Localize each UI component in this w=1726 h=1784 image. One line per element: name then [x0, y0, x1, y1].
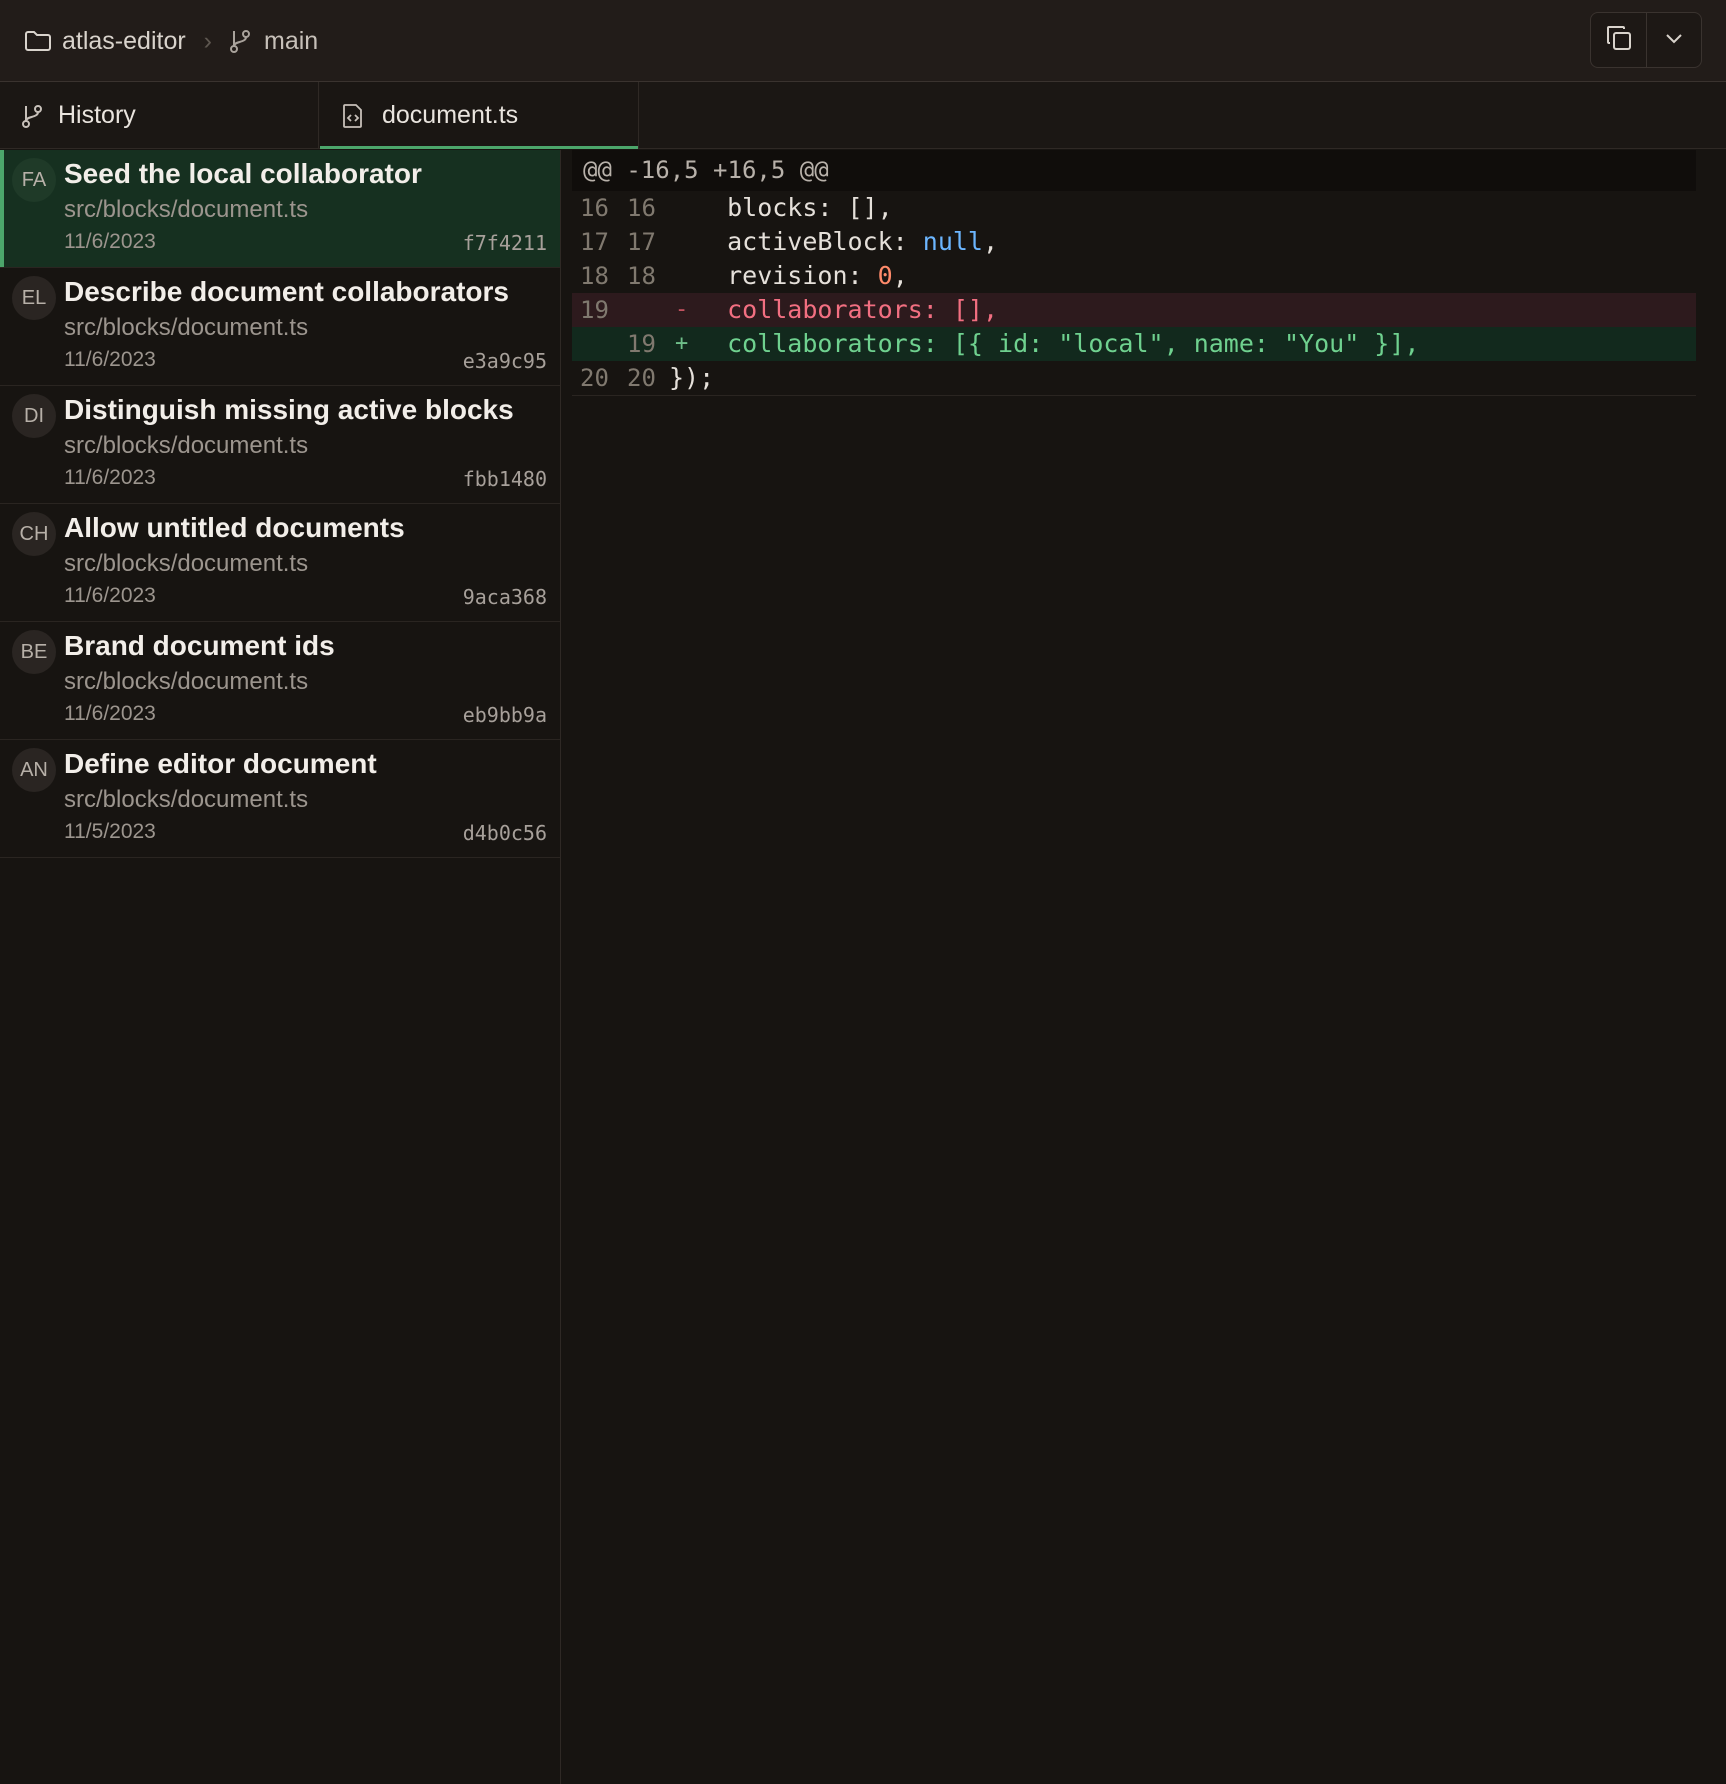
commit-hash: e3a9c95 [462, 349, 547, 373]
commit-title: Brand document ids [64, 630, 335, 661]
code-file-icon [342, 103, 382, 129]
author-avatar: BE [12, 630, 56, 674]
diff-line-added[interactable]: 19 + collaborators: [{ id: "local", name… [572, 327, 1696, 361]
code-text: }); [669, 363, 715, 392]
commit-item[interactable]: BE Brand document ids src/blocks/documen… [0, 622, 560, 740]
commit-item[interactable]: DI Distinguish missing active blocks src… [0, 386, 560, 504]
commit-file-path: src/blocks/document.ts [64, 550, 309, 577]
commit-item[interactable]: FA Seed the local collaborator src/block… [0, 150, 560, 268]
diff-line[interactable]: 16 16 blocks: [], [572, 191, 1696, 225]
diff-line[interactable]: 17 17 activeBlock: null, [572, 225, 1696, 259]
commit-date: 11/6/2023 [64, 702, 156, 725]
old-line-number: 17 [580, 228, 609, 256]
active-tab-indicator [320, 146, 638, 149]
folder-icon [24, 29, 52, 53]
deletion-marker: - [675, 297, 689, 322]
commit-date: 11/6/2023 [64, 348, 156, 371]
tab-label: document.ts [382, 101, 519, 129]
commit-date: 11/6/2023 [64, 230, 156, 253]
code-text: blocks: [], [697, 191, 893, 225]
new-line-number: 20 [627, 364, 656, 392]
commit-title: Define editor document [64, 748, 377, 779]
branch-name[interactable]: main [264, 27, 318, 56]
diff-line[interactable]: 18 18 revision: 0, [572, 259, 1696, 293]
code-punct: , [982, 227, 999, 256]
commit-hash: 9aca368 [462, 585, 547, 609]
commit-file-path: src/blocks/document.ts [64, 786, 309, 813]
diff-line-deleted[interactable]: 19 - collaborators: [], [572, 293, 1696, 327]
commit-history-list: FA Seed the local collaborator src/block… [0, 150, 561, 1784]
old-line-number: 20 [580, 364, 609, 392]
breadcrumb: atlas-editor › main [24, 0, 318, 82]
new-line-number: 17 [627, 228, 656, 256]
more-menu-button[interactable] [1646, 13, 1701, 67]
old-line-number: 16 [580, 194, 609, 222]
commit-title: Describe document collaborators [64, 276, 510, 307]
author-avatar: EL [12, 276, 56, 320]
commit-title: Allow untitled documents [64, 512, 405, 543]
code-key: revision: [697, 261, 863, 290]
tab-bar: History document.ts [0, 82, 1726, 149]
author-avatar: FA [12, 158, 56, 202]
new-line-number: 18 [627, 262, 656, 290]
old-line-number: 19 [580, 296, 609, 324]
code-text: collaborators: [{ id: "local", name: "Yo… [697, 329, 1420, 358]
commit-item[interactable]: AN Define editor document src/blocks/doc… [0, 740, 560, 858]
hunk-header: @@ -16,5 +16,5 @@ [572, 150, 1696, 191]
diff-line[interactable]: 20 20 }); [572, 361, 1696, 395]
code-key: activeBlock: [697, 227, 908, 256]
commit-hash: f7f4211 [462, 231, 547, 255]
code-value: [], [832, 193, 893, 222]
copy-button[interactable] [1591, 13, 1646, 67]
tab-label: History [58, 101, 136, 129]
breadcrumb-separator: › [203, 26, 212, 55]
commit-item[interactable]: EL Describe document collaborators src/b… [0, 268, 560, 386]
code-text: activeBlock: null, [697, 225, 998, 259]
commit-file-path: src/blocks/document.ts [64, 196, 309, 223]
author-avatar: AN [12, 748, 56, 792]
commit-date: 11/6/2023 [64, 466, 156, 489]
repo-name[interactable]: atlas-editor [62, 27, 186, 56]
code-punct: , [892, 261, 908, 290]
code-text: collaborators: [], [697, 295, 999, 324]
commit-date: 11/6/2023 [64, 584, 156, 607]
code-text: revision: 0, [697, 259, 908, 293]
old-line-number: 18 [580, 262, 609, 290]
commit-hash: d4b0c56 [462, 821, 547, 845]
copy-icon [1605, 24, 1633, 57]
commit-file-path: src/blocks/document.ts [64, 432, 309, 459]
new-line-number: 16 [627, 194, 656, 222]
author-avatar: CH [12, 512, 56, 556]
commit-title: Seed the local collaborator [64, 158, 422, 189]
commit-date: 11/5/2023 [64, 820, 156, 843]
commit-file-path: src/blocks/document.ts [64, 314, 309, 341]
commit-hash: fbb1480 [462, 467, 547, 491]
commit-hash: eb9bb9a [462, 703, 547, 727]
commit-file-path: src/blocks/document.ts [64, 668, 309, 695]
top-actions [1590, 12, 1702, 68]
chevron-down-icon [1664, 31, 1684, 50]
tab-document-ts[interactable]: document.ts [320, 82, 639, 149]
commit-title: Distinguish missing active blocks [64, 394, 514, 425]
author-avatar: DI [12, 394, 56, 438]
tab-history[interactable]: History [0, 82, 319, 149]
git-branch-icon [20, 103, 58, 129]
code-null-literal: null [907, 227, 983, 256]
code-number-literal: 0 [862, 261, 893, 290]
new-line-number: 19 [627, 330, 656, 358]
addition-marker: + [675, 331, 689, 356]
code-key: blocks: [697, 193, 833, 222]
commit-item[interactable]: CH Allow untitled documents src/blocks/d… [0, 504, 560, 622]
top-bar: atlas-editor › main [0, 0, 1726, 82]
git-branch-icon [228, 28, 252, 54]
diff-view: @@ -16,5 +16,5 @@ 16 16 blocks: [], 17 1… [572, 150, 1696, 396]
